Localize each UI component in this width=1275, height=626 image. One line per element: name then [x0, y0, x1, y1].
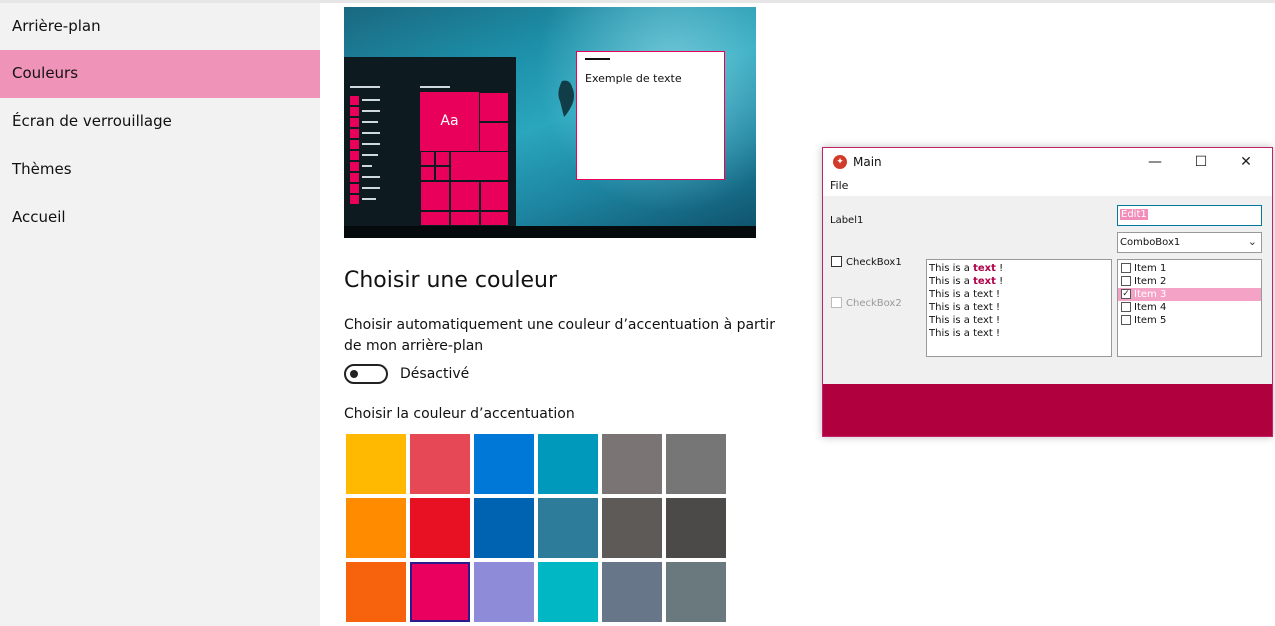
sidebar-item-colors[interactable]: Couleurs	[0, 50, 320, 98]
memo-line: This is a text !	[929, 263, 1004, 274]
window-accent-panel	[823, 384, 1272, 436]
accent-swatch[interactable]	[474, 434, 534, 494]
edit1-selected-text: Edit1	[1120, 209, 1148, 220]
checklistbox1[interactable]: Item 1 Item 2 ✓ Item 3 Item 4 Item 5	[1117, 259, 1262, 357]
checklist-item[interactable]: Item 4	[1118, 301, 1261, 314]
checkbox1[interactable]: CheckBox1	[831, 256, 902, 268]
sample-window-preview: Exemple de texte	[576, 51, 725, 180]
maximize-button[interactable]: ☐	[1181, 151, 1221, 173]
checkbox1-label: CheckBox1	[846, 257, 902, 268]
minimize-button[interactable]: —	[1135, 151, 1175, 173]
accent-swatch[interactable]	[666, 562, 726, 622]
memo-line: This is a text !	[929, 315, 1001, 326]
checklist-item[interactable]: ✓ Item 3	[1118, 288, 1261, 301]
accent-swatch[interactable]	[602, 434, 662, 494]
checkbox-icon[interactable]: ✓	[1121, 289, 1131, 299]
checklist-item-label: Item 1	[1134, 263, 1167, 274]
start-tile-large: Aa	[420, 92, 479, 151]
window-titlebar[interactable]: ✦ Main — ☐ ✕	[823, 148, 1272, 176]
window-title: Main	[853, 155, 882, 169]
checkbox-icon[interactable]	[1121, 315, 1131, 325]
accent-swatch[interactable]	[346, 498, 406, 558]
auto-accent-toggle[interactable]	[344, 364, 388, 384]
accent-swatch[interactable]	[346, 434, 406, 494]
checkbox2-label: CheckBox2	[846, 298, 902, 309]
checkbox2-box	[831, 297, 842, 308]
toggle-state-label: Désactivé	[400, 366, 470, 382]
checklist-item-label: Item 2	[1134, 276, 1167, 287]
menu-file[interactable]: File	[830, 179, 848, 192]
checklist-item-label: Item 5	[1134, 315, 1167, 326]
theme-preview: Aa Exemple de texte	[344, 7, 756, 238]
menu-bar: File	[823, 176, 1272, 196]
combobox1-value: ComboBox1	[1120, 237, 1181, 248]
accent-swatch[interactable]	[666, 434, 726, 494]
toggle-knob	[350, 370, 358, 378]
accent-swatch[interactable]	[538, 498, 598, 558]
auto-accent-description: Choisir automatiquement une couleur d’ac…	[344, 317, 775, 354]
checkbox2: CheckBox2	[831, 297, 902, 309]
settings-sidebar: Arrière-plan Couleurs Écran de verrouill…	[0, 3, 320, 626]
sidebar-item-background[interactable]: Arrière-plan	[0, 3, 320, 51]
memo-line: This is a text !	[929, 328, 1001, 339]
sidebar-item-start[interactable]: Accueil	[0, 194, 320, 242]
accent-swatch[interactable]	[410, 562, 470, 622]
close-button[interactable]: ✕	[1226, 151, 1266, 173]
sidebar-item-lock-screen[interactable]: Écran de verrouillage	[0, 98, 320, 146]
memo-line: This is a text !	[929, 276, 1004, 287]
accent-color-label: Choisir la couleur d’accentuation	[344, 406, 575, 422]
label1: Label1	[830, 215, 864, 226]
main-window: ✦ Main — ☐ ✕ File Label1 Edit1 ComboBox1…	[822, 147, 1273, 437]
accent-color-grid	[346, 434, 730, 626]
memo-line: This is a text !	[929, 302, 1001, 313]
accent-swatch[interactable]	[602, 498, 662, 558]
checklist-item[interactable]: Item 2	[1118, 275, 1261, 288]
accent-swatch[interactable]	[666, 498, 726, 558]
chevron-down-icon: ⌄	[1247, 235, 1257, 248]
checkbox-icon[interactable]	[1121, 263, 1131, 273]
checkbox1-box	[831, 256, 842, 267]
edit1-input[interactable]: Edit1	[1117, 205, 1262, 226]
checklist-item-label: Item 3	[1134, 289, 1167, 300]
memo-line: This is a text !	[929, 289, 1001, 300]
accent-swatch[interactable]	[474, 498, 534, 558]
accent-swatch[interactable]	[474, 562, 534, 622]
sample-text: Exemple de texte	[585, 72, 682, 85]
taskbar-preview	[344, 226, 756, 238]
accent-swatch[interactable]	[538, 562, 598, 622]
accent-swatch[interactable]	[602, 562, 662, 622]
checklist-item[interactable]: Item 5	[1118, 314, 1261, 327]
checkbox-icon[interactable]	[1121, 276, 1131, 286]
start-menu-preview: Aa	[344, 57, 516, 226]
accent-swatch[interactable]	[410, 434, 470, 494]
accent-swatch[interactable]	[538, 434, 598, 494]
accent-swatch[interactable]	[410, 498, 470, 558]
checkbox-icon[interactable]	[1121, 302, 1131, 312]
checklist-item-label: Item 4	[1134, 302, 1167, 313]
checklist-item[interactable]: Item 1	[1118, 262, 1261, 275]
accent-swatch[interactable]	[346, 562, 406, 622]
sidebar-item-themes[interactable]: Thèmes	[0, 146, 320, 194]
delphi-app-icon[interactable]: ✦	[833, 155, 847, 169]
memo1[interactable]: This is a text ! This is a text ! This is …	[926, 259, 1112, 357]
combobox1[interactable]: ComboBox1 ⌄	[1117, 232, 1262, 253]
page-title: Choisir une couleur	[344, 268, 558, 293]
